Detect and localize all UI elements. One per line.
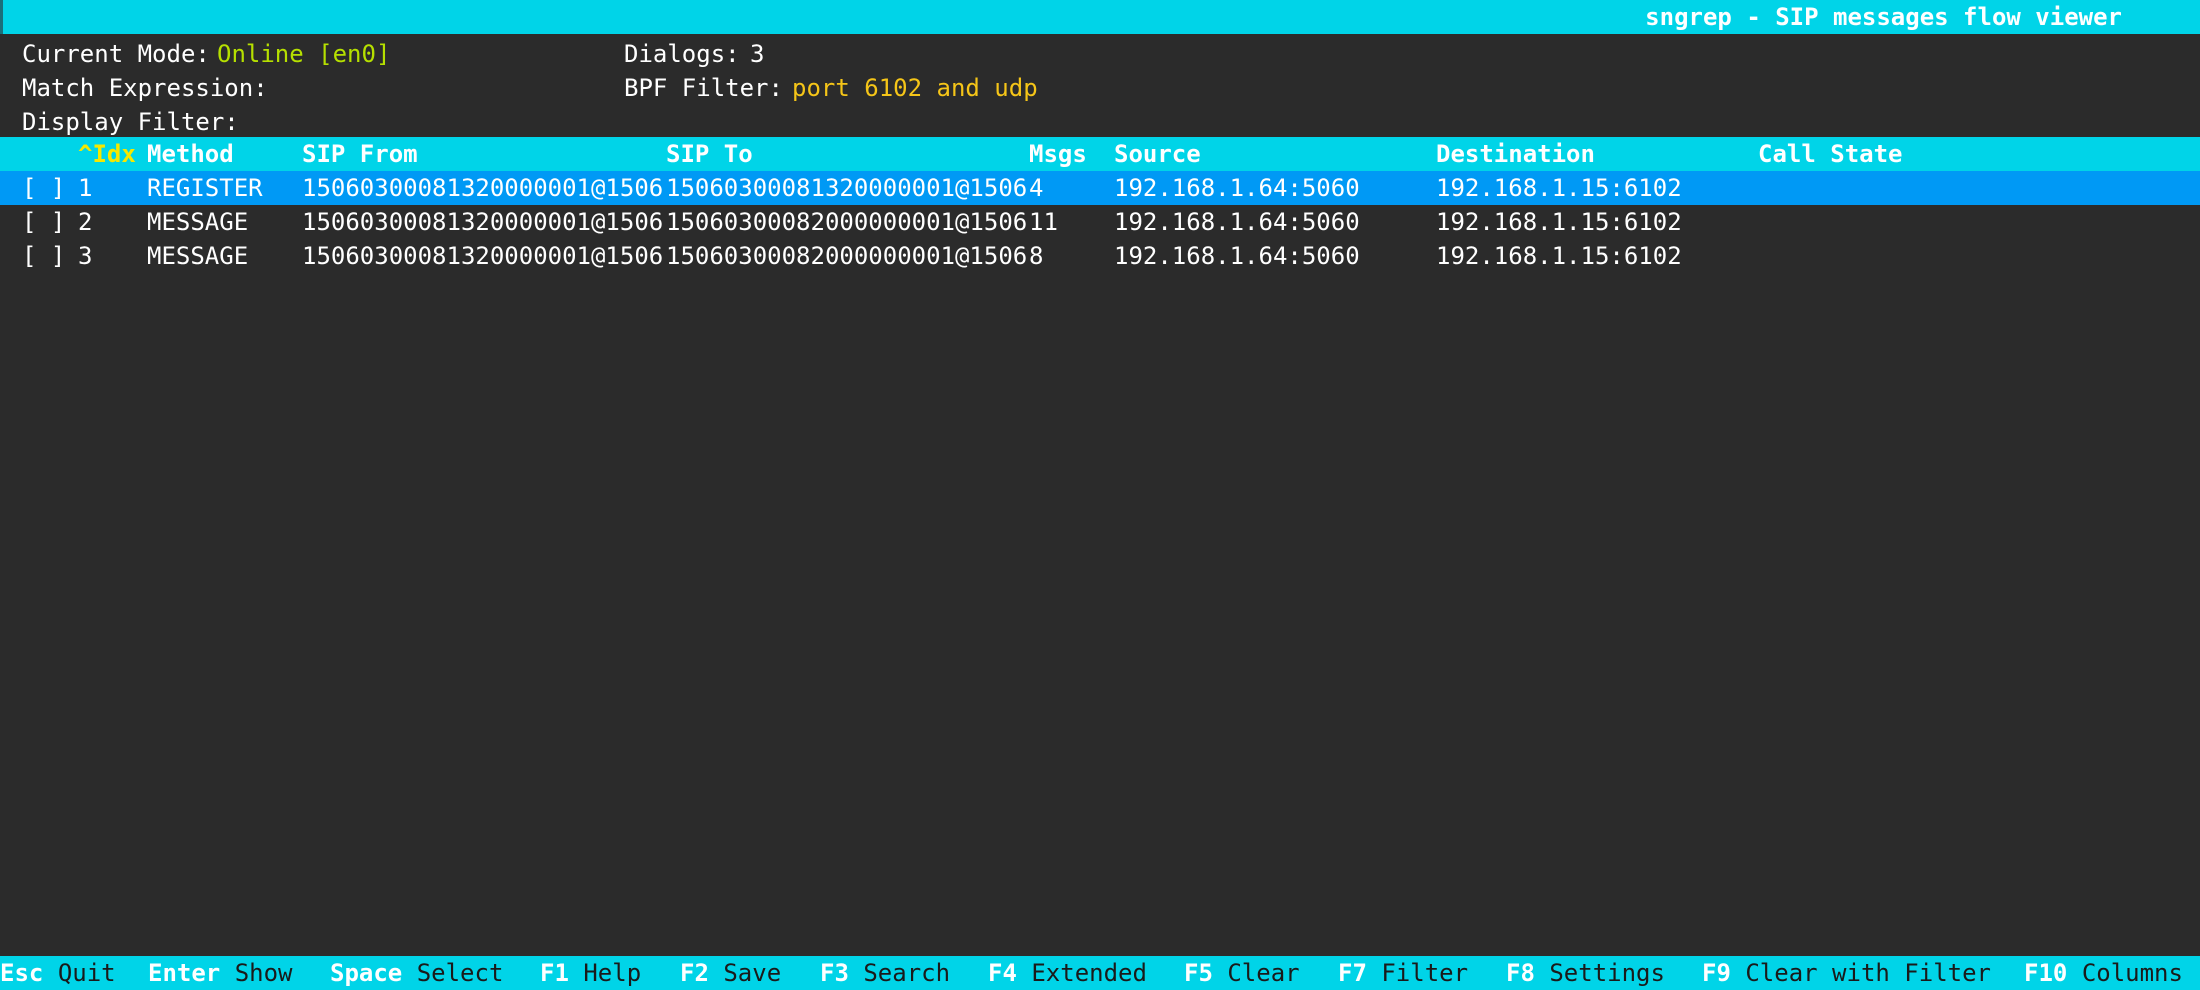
key-action: Clear with Filter — [1745, 959, 1991, 987]
row-checkbox[interactable]: [ ] — [22, 171, 65, 205]
key-action: Quit — [57, 959, 116, 987]
table-row[interactable]: [ ] 1 REGISTER 15060300081320000001@1506… — [0, 171, 2200, 205]
row-sip-to: 15060300082000000001@1506 — [666, 242, 1028, 270]
key-action: Filter — [1381, 959, 1469, 987]
key-quit[interactable]: Esc Quit — [0, 956, 116, 990]
row-destination: 192.168.1.15:6102 — [1436, 174, 1682, 202]
key-name: Space — [330, 959, 403, 987]
key-name: F10 — [2024, 959, 2068, 987]
column-idx[interactable]: ^Idx — [78, 137, 136, 171]
column-sip-to[interactable]: SIP To — [666, 137, 753, 171]
column-msgs[interactable]: Msgs — [1029, 137, 1087, 171]
key-search[interactable]: F3 Search — [820, 956, 950, 990]
key-action: Show — [234, 959, 293, 987]
dialogs-label: Dialogs: — [624, 40, 740, 68]
key-clear[interactable]: F5 Clear — [1184, 956, 1300, 990]
row-checkbox[interactable]: [ ] — [22, 205, 65, 239]
key-name: F7 — [1338, 959, 1367, 987]
title-bar: sngrep - SIP messages flow viewer — [0, 0, 2200, 34]
key-action: Extended — [1031, 959, 1147, 987]
row-checkbox[interactable]: [ ] — [22, 239, 65, 273]
key-name: Esc — [0, 959, 44, 987]
bpf-filter-label: BPF Filter: — [624, 74, 783, 102]
row-destination: 192.168.1.15:6102 — [1436, 242, 1682, 270]
key-action: Settings — [1549, 959, 1665, 987]
key-name: F3 — [820, 959, 849, 987]
row-sip-to: 15060300082000000001@1506 — [666, 208, 1028, 236]
key-settings[interactable]: F8 Settings — [1506, 956, 1665, 990]
key-extended[interactable]: F4 Extended — [988, 956, 1147, 990]
row-idx: 3 — [78, 242, 93, 270]
table-row[interactable]: [ ] 2 MESSAGE 15060300081320000001@1506 … — [0, 205, 2200, 239]
status-line-mode: Current Mode: Online [en0] Dialogs: 3 — [0, 37, 2200, 71]
column-header: ^Idx Method SIP From SIP To Msgs Source … — [0, 137, 2200, 171]
row-sip-from: 15060300081320000001@1506 — [302, 208, 664, 236]
key-action: Columns — [2081, 959, 2183, 987]
mode-value: Online [en0] — [217, 40, 391, 68]
key-name: F8 — [1506, 959, 1535, 987]
key-filter[interactable]: F7 Filter — [1338, 956, 1468, 990]
row-method: REGISTER — [147, 174, 263, 202]
key-action: Search — [863, 959, 951, 987]
row-sip-to: 15060300081320000001@1506 — [666, 174, 1028, 202]
row-source: 192.168.1.64:5060 — [1114, 242, 1360, 270]
key-action: Save — [723, 959, 782, 987]
column-call-state[interactable]: Call State — [1758, 137, 1903, 171]
column-destination[interactable]: Destination — [1436, 137, 1595, 171]
key-clear-with-filter[interactable]: F9 Clear with Filter — [1702, 956, 1991, 990]
match-expression-label[interactable]: Match Expression: — [22, 71, 268, 105]
key-action: Clear — [1227, 959, 1300, 987]
key-help[interactable]: F1 Help — [540, 956, 641, 990]
row-method: MESSAGE — [147, 242, 249, 270]
bpf-filter-value: port 6102 and udp — [792, 74, 1038, 102]
table-row[interactable]: [ ] 3 MESSAGE 15060300081320000001@1506 … — [0, 239, 2200, 273]
row-msgs: 11 — [1029, 208, 1058, 236]
key-show[interactable]: Enter Show — [148, 956, 293, 990]
row-destination: 192.168.1.15:6102 — [1436, 208, 1682, 236]
column-method[interactable]: Method — [147, 137, 234, 171]
row-source: 192.168.1.64:5060 — [1114, 174, 1360, 202]
mode-label: Current Mode: — [22, 40, 210, 68]
row-sip-from: 15060300081320000001@1506 — [302, 174, 664, 202]
status-line-display-filter: Display Filter: — [0, 105, 2200, 139]
key-columns[interactable]: F10 Columns — [2024, 956, 2183, 990]
app-title: sngrep - SIP messages flow viewer — [1645, 3, 2122, 31]
key-name: F2 — [680, 959, 709, 987]
window-edge — [0, 0, 3, 34]
key-action: Select — [416, 959, 504, 987]
key-action: Help — [583, 959, 642, 987]
key-name: F9 — [1702, 959, 1731, 987]
key-name: F5 — [1184, 959, 1213, 987]
row-source: 192.168.1.64:5060 — [1114, 208, 1360, 236]
dialogs-count: 3 — [750, 40, 765, 68]
status-line-match: Match Expression: BPF Filter: port 6102 … — [0, 71, 2200, 105]
row-sip-from: 15060300081320000001@1506 — [302, 242, 664, 270]
footer-keybar: Esc Quit Enter Show Space Select F1 Help… — [0, 956, 2200, 990]
row-idx: 1 — [78, 174, 93, 202]
row-msgs: 8 — [1029, 242, 1044, 270]
row-msgs: 4 — [1029, 174, 1044, 202]
key-name: F1 — [540, 959, 569, 987]
key-select[interactable]: Space Select — [330, 956, 503, 990]
column-source[interactable]: Source — [1114, 137, 1201, 171]
row-method: MESSAGE — [147, 208, 249, 236]
display-filter-label[interactable]: Display Filter: — [22, 105, 239, 139]
row-idx: 2 — [78, 208, 93, 236]
column-sip-from[interactable]: SIP From — [302, 137, 418, 171]
key-name: F4 — [988, 959, 1017, 987]
key-name: Enter — [148, 959, 221, 987]
key-save[interactable]: F2 Save — [680, 956, 781, 990]
